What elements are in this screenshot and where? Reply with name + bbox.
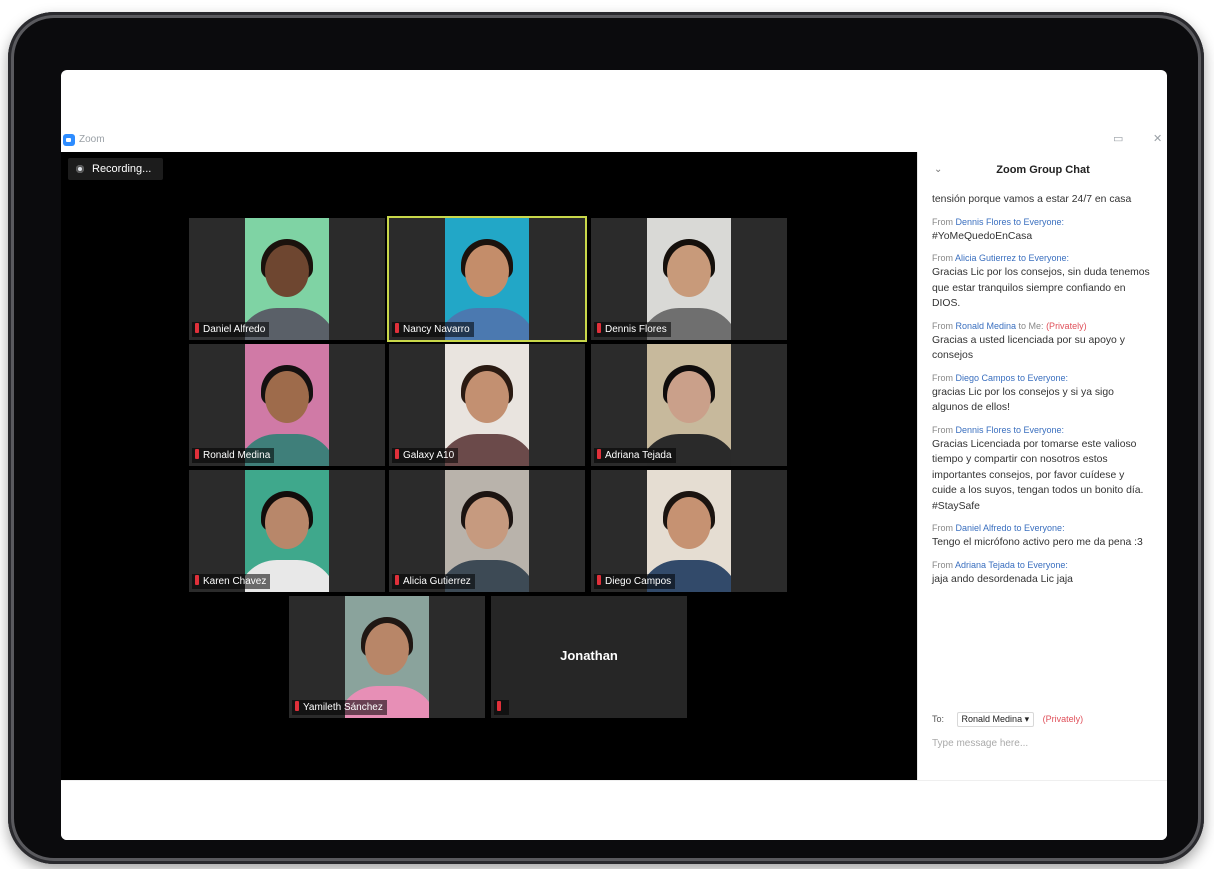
face-shape bbox=[465, 496, 509, 549]
close-icon[interactable]: ✕ bbox=[1153, 132, 1162, 145]
participant-name-label: Karen Chavez bbox=[192, 574, 271, 589]
participant-tile[interactable]: Diego Campos bbox=[591, 470, 787, 592]
participant-tile[interactable]: Alicia Gutierrez bbox=[389, 470, 585, 592]
chat-message: From Daniel Alfredo to Everyone: Tengo el… bbox=[932, 522, 1152, 551]
chat-recipient-row: To: Ronald Medina ▾ (Privately) bbox=[932, 712, 1083, 727]
participant-name: Ronald Medina bbox=[203, 450, 271, 461]
minimize-icon[interactable]: ▭ bbox=[1113, 132, 1123, 145]
participant-name-label: Ronald Medina bbox=[192, 448, 275, 463]
muted-mic-icon bbox=[395, 449, 399, 459]
chat-panel: ⌄ Zoom Group Chat tensión porque vamos a… bbox=[917, 152, 1167, 780]
tablet-frame: Zoom ▭ ✕ Recording... Daniel Alfredo Nanc… bbox=[8, 12, 1204, 864]
zoom-logo-icon bbox=[63, 134, 75, 146]
muted-mic-icon bbox=[395, 323, 399, 333]
face-shape bbox=[667, 370, 711, 423]
chat-message-sender: From Ronald Medina to Me: (Privately) bbox=[932, 320, 1087, 331]
app-title: Zoom bbox=[79, 134, 105, 145]
recording-indicator[interactable]: Recording... bbox=[68, 158, 164, 180]
participant-name: Adriana Tejada bbox=[605, 450, 672, 461]
participant-name: Dennis Flores bbox=[605, 324, 667, 335]
face-shape bbox=[265, 496, 309, 549]
participant-name-label bbox=[494, 700, 509, 715]
chat-message: tensión porque vamos a estar 24/7 en cas… bbox=[932, 192, 1152, 208]
participant-name: Diego Campos bbox=[605, 576, 672, 587]
muted-mic-icon bbox=[497, 701, 501, 711]
face-shape bbox=[465, 244, 509, 297]
video-gallery: Recording... Daniel Alfredo Nancy Navarro… bbox=[61, 152, 917, 780]
bottom-area bbox=[61, 780, 1167, 840]
chat-message: From Adriana Tejada to Everyone: jaja and… bbox=[932, 559, 1152, 588]
recipient-select[interactable]: Ronald Medina ▾ bbox=[956, 712, 1035, 727]
chat-messages: tensión porque vamos a estar 24/7 en cas… bbox=[932, 192, 1152, 595]
participant-tile[interactable]: Ronald Medina bbox=[189, 344, 385, 466]
chat-message-text: tensión porque vamos a estar 24/7 en cas… bbox=[932, 194, 1132, 205]
participant-name-label: Dennis Flores bbox=[594, 322, 671, 337]
face-shape bbox=[265, 370, 309, 423]
chat-message-sender: From Dennis Flores to Everyone: bbox=[932, 216, 1065, 227]
participant-name: Karen Chavez bbox=[203, 576, 267, 587]
participant-tile[interactable]: Galaxy A10 bbox=[389, 344, 585, 466]
face-shape bbox=[365, 622, 409, 675]
participant-tile[interactable]: Yamileth Sánchez bbox=[289, 596, 485, 718]
face-shape bbox=[465, 370, 509, 423]
chat-message-sender: From Adriana Tejada to Everyone: bbox=[932, 559, 1068, 570]
participant-tile[interactable]: Daniel Alfredo bbox=[189, 218, 385, 340]
participant-tile[interactable]: Nancy Navarro bbox=[389, 218, 585, 340]
chat-message: From Diego Campos to Everyone: gracias Li… bbox=[932, 372, 1152, 416]
participant-tile[interactable]: Jonathan bbox=[491, 596, 687, 718]
chat-message: From Dennis Flores to Everyone: Gracias L… bbox=[932, 424, 1152, 515]
participant-name: Yamileth Sánchez bbox=[303, 702, 383, 713]
participant-name-label: Diego Campos bbox=[594, 574, 676, 589]
muted-mic-icon bbox=[395, 575, 399, 585]
chat-message: From Alicia Gutierrez to Everyone: Gracia… bbox=[932, 252, 1152, 312]
muted-mic-icon bbox=[597, 323, 601, 333]
muted-mic-icon bbox=[597, 449, 601, 459]
participant-name-label: Alicia Gutierrez bbox=[392, 574, 475, 589]
chat-message-text: Tengo el micrófono activo pero me da pen… bbox=[932, 537, 1143, 548]
chat-title: Zoom Group Chat bbox=[996, 164, 1090, 176]
participant-name: Alicia Gutierrez bbox=[403, 576, 471, 587]
participant-name-center: Jonathan bbox=[560, 648, 618, 663]
zoom-titlebar: Zoom ▭ ✕ bbox=[61, 130, 1167, 152]
private-label: (Privately) bbox=[1042, 714, 1084, 724]
participant-tile[interactable]: Karen Chavez bbox=[189, 470, 385, 592]
chat-message-sender: From Daniel Alfredo to Everyone: bbox=[932, 523, 1065, 533]
muted-mic-icon bbox=[195, 449, 199, 459]
chat-message-text: jaja ando desordenada Lic jaja bbox=[932, 573, 1073, 585]
chat-message-sender: From Diego Campos to Everyone: bbox=[932, 372, 1069, 383]
participant-name-label: Galaxy A10 bbox=[392, 448, 459, 463]
face-shape bbox=[265, 244, 309, 297]
muted-mic-icon bbox=[195, 323, 199, 333]
chat-message: From Ronald Medina to Me: (Privately) Gra… bbox=[932, 320, 1152, 364]
chat-message-sender: From Dennis Flores to Everyone: bbox=[932, 424, 1065, 435]
participant-name: Daniel Alfredo bbox=[203, 324, 266, 335]
muted-mic-icon bbox=[295, 701, 299, 711]
chat-input[interactable]: Type message here... bbox=[932, 738, 1028, 749]
recording-icon bbox=[76, 165, 84, 173]
participant-tile[interactable]: Dennis Flores bbox=[591, 218, 787, 340]
face-shape bbox=[667, 244, 711, 297]
chat-message-sender: From Alicia Gutierrez to Everyone: bbox=[932, 253, 1070, 263]
chat-message-text: Gracias Licenciada por tomarse este vali… bbox=[932, 438, 1144, 512]
participant-name: Galaxy A10 bbox=[403, 450, 455, 461]
muted-mic-icon bbox=[597, 575, 601, 585]
muted-mic-icon bbox=[195, 575, 199, 585]
recording-label: Recording... bbox=[92, 163, 152, 175]
chat-message-text: gracias Lic por los consejos y si ya sig… bbox=[932, 386, 1114, 414]
participant-name-label: Daniel Alfredo bbox=[192, 322, 270, 337]
chat-message-text: Gracias a usted licenciada por su apoyo … bbox=[932, 334, 1125, 362]
chat-message-text: Gracias Lic por los consejos, sin duda t… bbox=[932, 267, 1150, 309]
tablet-screen: Zoom ▭ ✕ Recording... Daniel Alfredo Nanc… bbox=[61, 70, 1167, 840]
participant-name-label: Nancy Navarro bbox=[392, 322, 474, 337]
face-shape bbox=[667, 496, 711, 549]
participant-name-label: Yamileth Sánchez bbox=[292, 700, 387, 715]
participant-tile[interactable]: Adriana Tejada bbox=[591, 344, 787, 466]
chat-message: From Dennis Flores to Everyone: #YoMeQued… bbox=[932, 216, 1152, 245]
to-label: To: bbox=[932, 714, 945, 724]
participant-name-label: Adriana Tejada bbox=[594, 448, 676, 463]
participant-name: Nancy Navarro bbox=[403, 324, 470, 335]
chat-message-text: #YoMeQuedoEnCasa bbox=[932, 230, 1033, 242]
